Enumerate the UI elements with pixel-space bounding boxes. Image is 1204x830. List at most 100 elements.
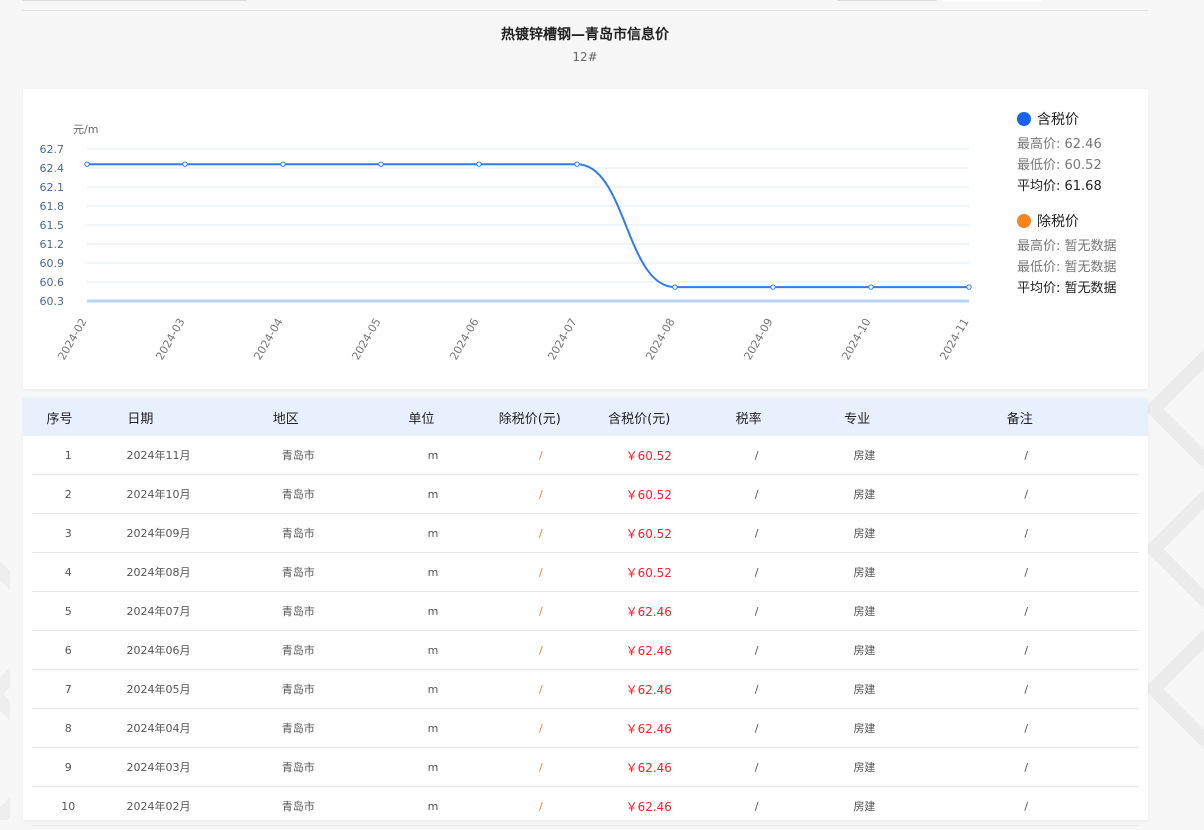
cell-price-incl-tax: ￥62.46 xyxy=(625,721,672,736)
y-axis-label: 元/m xyxy=(73,123,98,136)
cell-tax-rate: / xyxy=(754,448,759,462)
cell-price-excl-tax: / xyxy=(539,448,543,462)
column-header-remark: 备注 xyxy=(1006,411,1033,427)
cell-tax-rate: / xyxy=(754,487,759,501)
cell-region: 青岛市 xyxy=(281,722,315,735)
chart-legend: 含税价 最高价: 62.46 最低价: 60.52 平均价: 61.68 除税价… xyxy=(1017,109,1147,313)
cell-unit: m xyxy=(427,643,439,657)
column-header-price-excl-tax: 除税价(元) xyxy=(498,411,561,427)
y-tick-label: 61.5 xyxy=(40,219,65,232)
cell-tax-rate: / xyxy=(754,565,759,579)
cell-region: 青岛市 xyxy=(281,761,315,774)
price-line-chart: 元/m 62.7 62.4 62.1 61.8 61.5 61.2 60.9 60.6 60.3 2… xyxy=(40,123,972,362)
cell-index: 10 xyxy=(61,799,76,813)
table-body: 1 2024年11月 青岛市 m / ￥60.52/房建/2 2024年10月 青岛市 m / ￥6… xyxy=(23,436,1148,826)
cell-unit: m xyxy=(427,721,439,735)
top-tab-right-2[interactable] xyxy=(942,0,1042,2)
cell-price-excl-tax: / xyxy=(539,721,543,735)
cell-unit: m xyxy=(427,565,439,579)
data-point xyxy=(672,284,678,290)
table-row[interactable]: 7 2024年05月 青岛市 m / ￥62.46 / 房建 / xyxy=(32,670,1139,709)
cell-date: 2024年10月 xyxy=(126,488,191,501)
cell-price-excl-tax: / xyxy=(539,487,543,501)
x-tick-label: 2024-07 xyxy=(545,316,579,362)
legend-max: 最高价: 暂无数据 xyxy=(1017,239,1117,254)
cell-discipline: 房建 xyxy=(853,761,876,774)
price-table: 序号 日期 地区 单位 除税价(元) 含税价(元) 税率 专业 备注 1 2024年11月 青岛市 m… xyxy=(23,398,1148,826)
cell-region: 青岛市 xyxy=(281,566,315,579)
cell-index: 7 xyxy=(64,682,72,696)
data-point xyxy=(182,161,188,167)
legend-avg: 平均价: 61.68 xyxy=(1017,179,1102,194)
y-tick-label: 60.9 xyxy=(40,257,65,270)
cell-region: 青岛市 xyxy=(281,605,315,618)
cell-discipline: 房建 xyxy=(853,566,876,579)
page-subtitle: 12# xyxy=(572,50,598,64)
cell-remark: / xyxy=(1024,799,1029,813)
data-point xyxy=(378,161,384,167)
top-tab-right-1[interactable] xyxy=(837,0,937,1)
column-header-date: 日期 xyxy=(127,411,154,427)
table-row[interactable]: 1 2024年11月 青岛市 m / ￥60.52 / 房建 / xyxy=(32,436,1139,475)
cell-price-excl-tax: / xyxy=(539,682,543,696)
cell-unit: m xyxy=(427,487,439,501)
cell-index: 3 xyxy=(64,526,72,540)
table-row[interactable]: 10 2024年02月 青岛市 m / ￥62.46 / 房建 / xyxy=(32,787,1139,826)
legend-max: 最高价: 62.46 xyxy=(1017,137,1102,152)
cell-price-incl-tax: ￥60.52 xyxy=(625,487,672,502)
legend-tax-included[interactable]: 含税价 最高价: 62.46 最低价: 60.52 平均价: 61.68 xyxy=(1017,109,1147,197)
x-tick-label: 2024-02 xyxy=(55,316,89,362)
legend-min: 最低价: 60.52 xyxy=(1017,158,1102,173)
cell-date: 2024年02月 xyxy=(126,800,191,813)
cell-region: 青岛市 xyxy=(281,488,315,501)
cell-date: 2024年08月 xyxy=(126,566,191,579)
x-tick-label: 2024-10 xyxy=(839,316,873,362)
data-point xyxy=(966,284,972,290)
table-row[interactable]: 8 2024年04月 青岛市 m / ￥62.46 / 房建 / xyxy=(32,709,1139,748)
cell-unit: m xyxy=(427,682,439,696)
cell-price-excl-tax: / xyxy=(539,760,543,774)
table-row[interactable]: 6 2024年06月 青岛市 m / ￥62.46 / 房建 / xyxy=(32,631,1139,670)
cell-discipline: 房建 xyxy=(853,527,876,540)
column-header-region: 地区 xyxy=(272,411,299,427)
cell-region: 青岛市 xyxy=(281,644,315,657)
legend-label: 含税价 xyxy=(1037,112,1079,128)
legend-min: 最低价: 暂无数据 xyxy=(1017,260,1117,275)
series-line xyxy=(86,163,969,289)
top-tab-bar xyxy=(22,0,1148,11)
cell-tax-rate: / xyxy=(754,721,759,735)
table-row[interactable]: 5 2024年07月 青岛市 m / ￥62.46 / 房建 / xyxy=(32,592,1139,631)
cell-index: 4 xyxy=(64,565,72,579)
cell-unit: m xyxy=(427,604,439,618)
cell-region: 青岛市 xyxy=(281,449,315,462)
cell-unit: m xyxy=(427,760,439,774)
column-header-tax-rate: 税率 xyxy=(735,411,762,427)
cell-date: 2024年03月 xyxy=(126,761,191,774)
y-tick-label: 61.2 xyxy=(40,238,65,251)
y-tick-label: 62.1 xyxy=(40,181,65,194)
cell-discipline: 房建 xyxy=(853,605,876,618)
cell-unit: m xyxy=(427,526,439,540)
cell-remark: / xyxy=(1024,721,1029,735)
data-point xyxy=(868,284,874,290)
y-tick-label: 61.8 xyxy=(40,200,65,213)
table-row[interactable]: 9 2024年03月 青岛市 m / ￥62.46 / 房建 / xyxy=(32,748,1139,787)
cell-tax-rate: / xyxy=(754,760,759,774)
table-row[interactable]: 4 2024年08月 青岛市 m / ￥60.52 / 房建 / xyxy=(32,553,1139,592)
table-row[interactable]: 2 2024年10月 青岛市 m / ￥60.52 / 房建 / xyxy=(32,475,1139,514)
top-tab-left[interactable] xyxy=(22,0,247,1)
y-tick-label: 60.3 xyxy=(40,295,65,308)
cell-price-incl-tax: ￥62.46 xyxy=(625,604,672,619)
x-tick-label: 2024-04 xyxy=(251,316,285,362)
cell-region: 青岛市 xyxy=(281,683,315,696)
legend-dot-blue-icon xyxy=(1017,112,1031,126)
cell-price-excl-tax: / xyxy=(539,643,543,657)
legend-tax-excluded[interactable]: 除税价 最高价: 暂无数据 最低价: 暂无数据 平均价: 暂无数据 xyxy=(1017,211,1147,299)
cell-region: 青岛市 xyxy=(281,527,315,540)
cell-price-incl-tax: ￥60.52 xyxy=(625,448,672,463)
y-tick-label: 62.4 xyxy=(40,162,65,175)
cell-remark: / xyxy=(1024,526,1029,540)
cell-remark: / xyxy=(1024,487,1029,501)
cell-date: 2024年06月 xyxy=(126,644,191,657)
table-row[interactable]: 3 2024年09月 青岛市 m / ￥60.52 / 房建 / xyxy=(32,514,1139,553)
